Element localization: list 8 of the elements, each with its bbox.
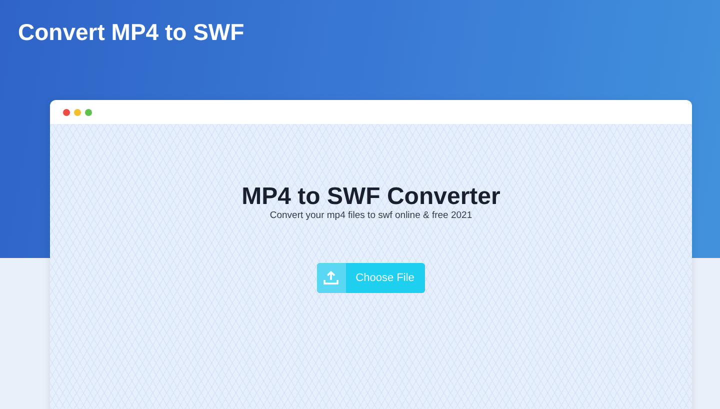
upload-icon — [323, 271, 340, 285]
minimize-dot-icon — [74, 108, 81, 116]
choose-file-button[interactable]: Choose File — [316, 263, 426, 293]
converter-title: MP4 to SWF Converter — [242, 184, 500, 210]
maximize-dot-icon — [85, 108, 92, 116]
close-dot-icon — [63, 108, 70, 116]
page-title: Convert MP4 to SWF — [18, 18, 244, 46]
converter-subtitle: Convert your mp4 files to swf online & free 2021 — [270, 210, 472, 222]
